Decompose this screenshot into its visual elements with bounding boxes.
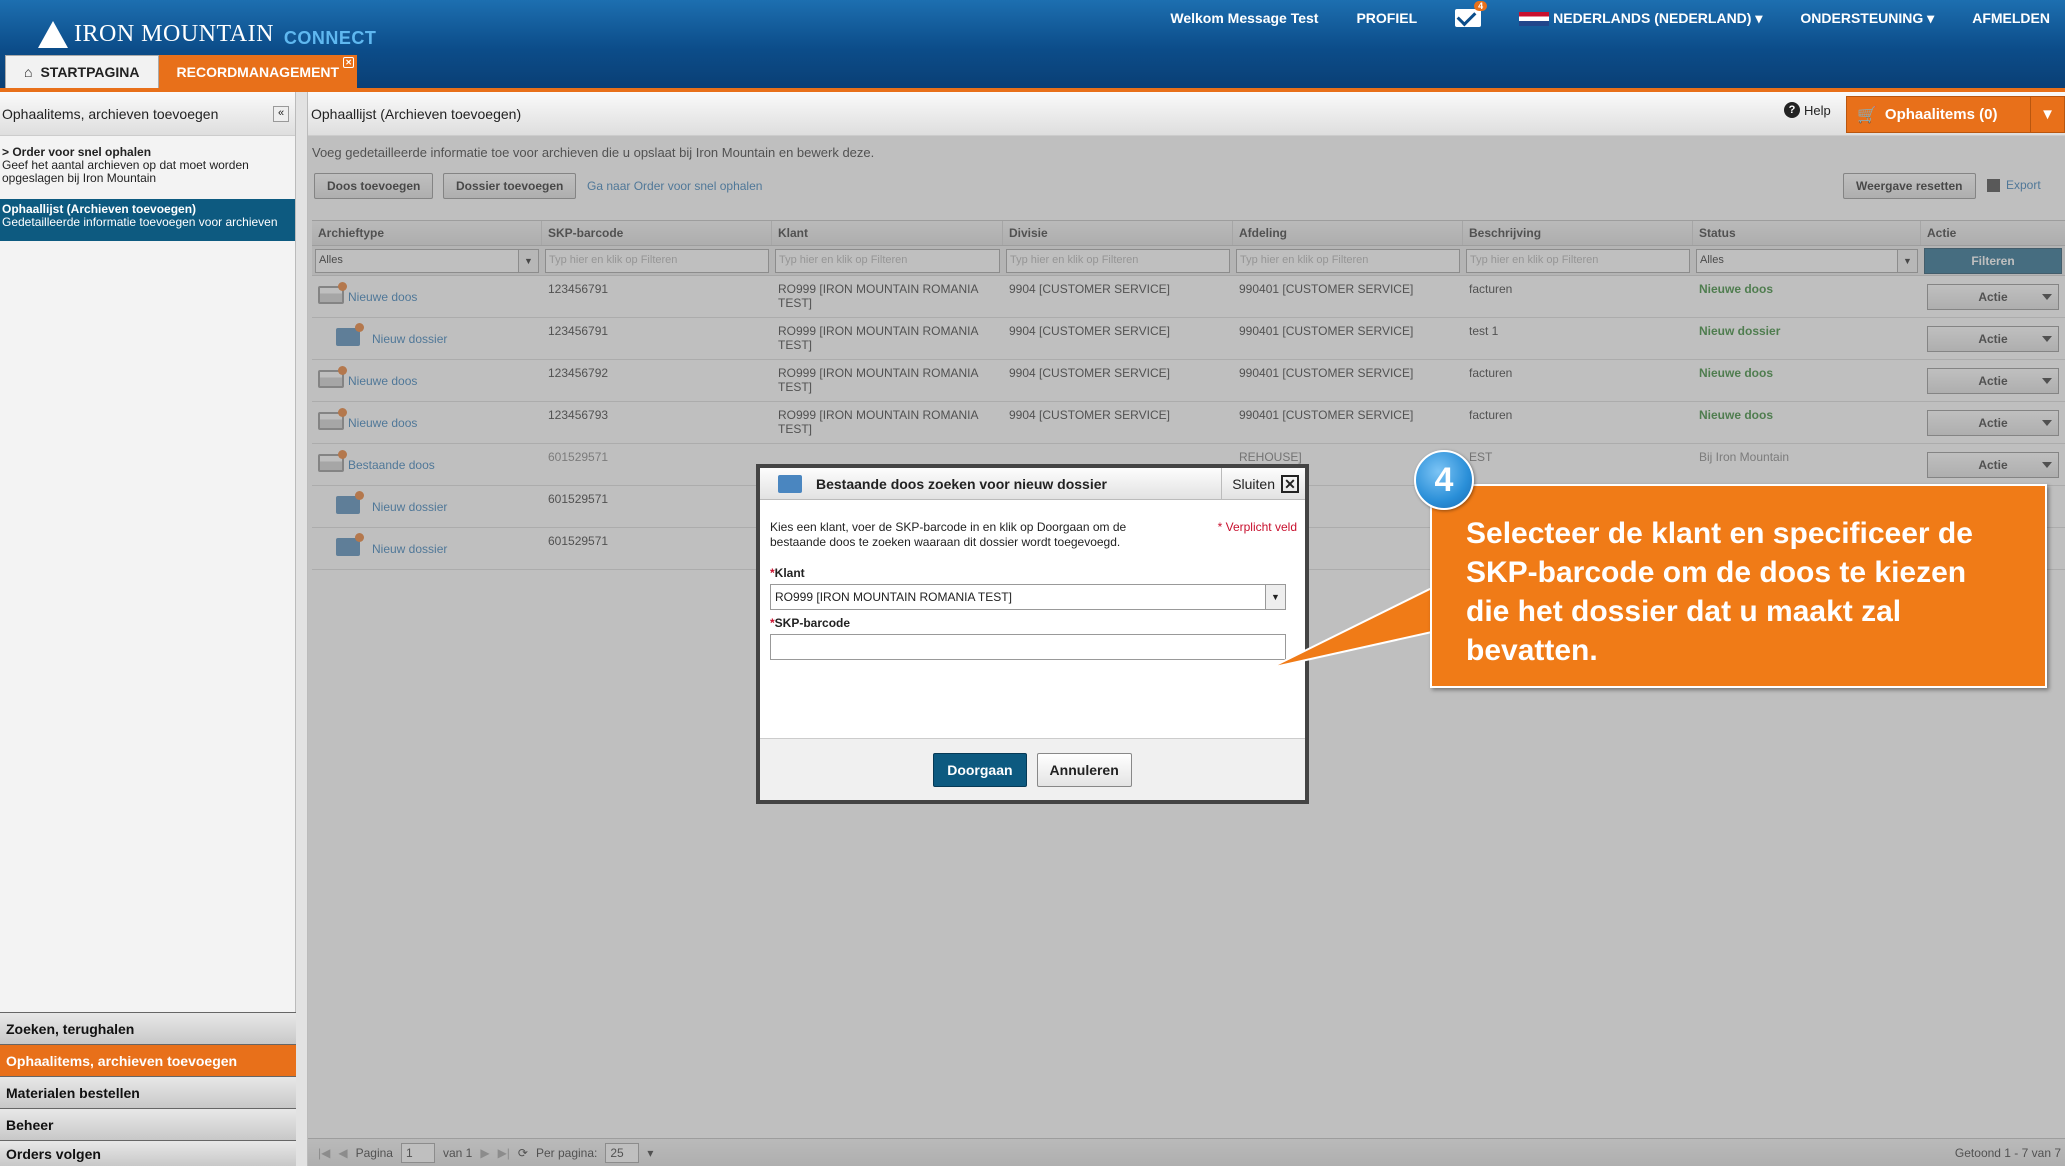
help-label: Help: [1804, 102, 1831, 118]
instruction-callout: Selecteer de klant en specificeer de SKP…: [1430, 484, 2047, 688]
panel-splitter[interactable]: [296, 92, 308, 1166]
tab-home[interactable]: ⌂ STARTPAGINA: [5, 55, 159, 88]
support-label: ONDERSTEUNING: [1800, 9, 1924, 26]
close-dialog-button[interactable]: Sluiten ✕: [1221, 467, 1305, 500]
sidebar-section-admin[interactable]: Beheer: [0, 1108, 296, 1140]
dialog-header: Bestaande doos zoeken voor nieuw dossier…: [760, 467, 1305, 500]
cart-icon: 🛒: [1857, 106, 1877, 124]
find-box-dialog: Bestaande doos zoeken voor nieuw dossier…: [756, 464, 1309, 804]
sidebar-item-desc: Geef het aantal archieven op dat moet wo…: [2, 158, 249, 185]
continue-button[interactable]: Doorgaan: [933, 752, 1027, 787]
chevron-down-icon[interactable]: ▼: [2030, 97, 2064, 132]
sidebar: Ophaalitems, archieven toevoegen « > Ord…: [0, 92, 296, 1166]
sidebar-section-materials[interactable]: Materialen bestellen: [0, 1076, 296, 1108]
welcome-text: Welkom Message Test: [1170, 10, 1319, 26]
folder-icon: [778, 474, 802, 493]
sidebar-item-quick-order[interactable]: > Order voor snel ophalen Geef het aanta…: [0, 142, 295, 189]
dialog-footer: Doorgaan Annuleren: [760, 738, 1305, 800]
profile-link[interactable]: PROFIEL: [1356, 10, 1417, 26]
cancel-button[interactable]: Annuleren: [1036, 752, 1132, 787]
barcode-input[interactable]: [770, 634, 1286, 660]
mail-count-badge: 4: [1474, 1, 1488, 11]
mail-icon[interactable]: 4: [1455, 1, 1488, 27]
required-note: * Verplicht veld: [1217, 520, 1297, 534]
language-menu[interactable]: NEDERLANDS (NEDERLAND) ▾: [1519, 10, 1762, 27]
help-button[interactable]: ? Help: [1784, 102, 1831, 118]
logo-triangle-icon: [38, 20, 68, 48]
app-logo[interactable]: IRON MOUNTAIN CONNECT: [38, 14, 376, 54]
close-icon: ✕: [1281, 474, 1299, 493]
sidebar-item-pickup-list[interactable]: Ophaallijst (Archieven toevoegen) Gedeta…: [0, 199, 295, 241]
sidebar-header: Ophaalitems, archieven toevoegen «: [0, 92, 295, 136]
support-menu[interactable]: ONDERSTEUNING ▾: [1800, 10, 1934, 27]
dialog-title: Bestaande doos zoeken voor nieuw dossier: [816, 475, 1107, 492]
klant-select-value: RO999 [IRON MOUNTAIN ROMANIA TEST]: [775, 590, 1012, 604]
top-nav: Welkom Message Test PROFIEL 4 NEDERLANDS…: [1170, 1, 2050, 27]
close-label: Sluiten: [1232, 475, 1275, 492]
home-icon: ⌂: [24, 64, 33, 80]
pickup-items-button[interactable]: 🛒 Ophaalitems (0) ▼: [1846, 96, 2065, 133]
collapse-sidebar-button[interactable]: «: [273, 105, 289, 122]
tab-recordmanagement-label: RECORDMANAGEMENT: [176, 63, 340, 80]
dialog-instructions: Kies een klant, voer de SKP-barcode in e…: [770, 520, 1127, 549]
klant-field-label: *Klant: [770, 566, 805, 580]
barcode-field-label: *SKP-barcode: [770, 616, 851, 630]
sidebar-title: Ophaalitems, archieven toevoegen: [2, 105, 219, 122]
logo-product: CONNECT: [283, 27, 377, 48]
logo-brand: IRON MOUNTAIN: [74, 20, 274, 47]
help-icon: ?: [1784, 102, 1800, 118]
tab-recordmanagement[interactable]: RECORDMANAGEMENT ✕: [158, 55, 358, 88]
language-label: NEDERLANDS (NEDERLAND): [1553, 9, 1752, 26]
sidebar-section-pickup[interactable]: Ophaalitems, archieven toevoegen: [0, 1044, 296, 1076]
logout-link[interactable]: AFMELDEN: [1972, 10, 2050, 26]
netherlands-flag-icon: [1519, 11, 1550, 26]
pickup-items-label: Ophaalitems (0): [1884, 106, 1998, 123]
sidebar-section-search[interactable]: Zoeken, terughalen: [0, 1012, 296, 1044]
sidebar-item-desc: Gedetailleerde informatie toevoegen voor…: [2, 215, 278, 229]
step-number-badge: 4: [1414, 450, 1474, 510]
close-tab-icon[interactable]: ✕: [343, 57, 355, 68]
klant-select[interactable]: RO999 [IRON MOUNTAIN ROMANIA TEST] ▼: [770, 584, 1286, 610]
sidebar-section-orders[interactable]: Orders volgen: [0, 1140, 296, 1166]
main-tabs: ⌂ STARTPAGINA RECORDMANAGEMENT ✕: [5, 55, 358, 88]
tab-home-label: STARTPAGINA: [40, 64, 140, 80]
